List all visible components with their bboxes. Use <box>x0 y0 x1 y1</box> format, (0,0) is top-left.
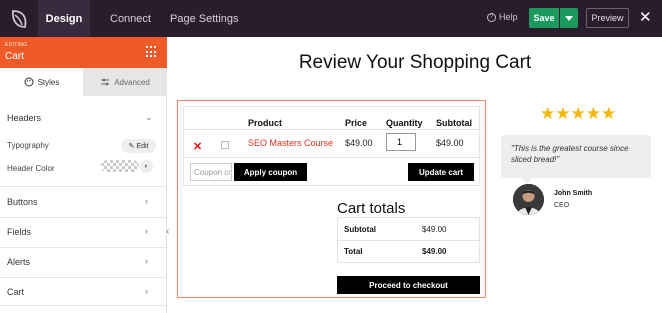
palette-icon <box>24 77 34 87</box>
total-label: Total <box>344 247 363 256</box>
page-title: Review Your Shopping Cart <box>298 52 532 73</box>
subtotal-label: Subtotal <box>344 225 376 234</box>
product-thumbnail <box>221 141 229 149</box>
tab-design[interactable]: Design <box>38 0 90 37</box>
typography-edit-button[interactable]: ✎ Edit <box>121 139 156 153</box>
editing-block-name: Cart <box>5 51 24 62</box>
seedprod-logo-icon[interactable] <box>7 7 31 31</box>
col-subtotal: Subtotal <box>436 118 472 128</box>
subtotal-value: $49.00 <box>422 225 447 234</box>
item-price: $49.00 <box>345 138 373 148</box>
divider <box>0 186 167 187</box>
update-cart-button[interactable]: Update cart <box>408 163 474 181</box>
tab-advanced[interactable]: Advanced <box>83 68 167 96</box>
star-rating: ★★★★★ <box>540 104 617 123</box>
col-price: Price <box>345 118 368 128</box>
divider <box>0 217 167 218</box>
section-cart[interactable]: Cart <box>7 287 24 297</box>
header-color-label: Header Color <box>7 164 55 173</box>
pencil-icon: ✎ <box>128 143 135 150</box>
product-link[interactable]: SEO Masters Course <box>248 138 333 148</box>
preview-button[interactable]: Preview <box>586 8 629 28</box>
tab-connect[interactable]: Connect <box>110 0 151 37</box>
quantity-input[interactable]: 1 <box>386 133 416 151</box>
save-options-chevron-down-icon[interactable] <box>560 8 578 28</box>
coupon-input[interactable]: Coupon code <box>190 163 232 181</box>
col-quantity: Quantity <box>386 118 423 128</box>
save-button[interactable]: Save <box>529 8 559 28</box>
author-role: CEO <box>554 202 570 209</box>
close-icon[interactable]: ✕ <box>639 9 652 27</box>
col-product: Product <box>248 118 283 128</box>
typography-label: Typography <box>7 141 49 150</box>
tab-page-settings[interactable]: Page Settings <box>170 0 239 37</box>
chevron-right-icon[interactable]: › <box>145 256 148 266</box>
header-color-swatch[interactable] <box>101 160 139 172</box>
cart-totals-title: Cart totals <box>337 200 406 217</box>
sidebar-tabs: Styles Advanced <box>0 68 167 96</box>
remove-item-icon[interactable]: ✕ <box>193 140 202 153</box>
cart-totals-table: Subtotal $49.00 Total $49.00 <box>337 217 481 263</box>
section-headers[interactable]: Headers <box>7 113 41 123</box>
tab-styles-label: Styles <box>37 77 60 87</box>
divider <box>0 305 167 306</box>
divider <box>184 129 481 130</box>
section-fields[interactable]: Fields <box>7 227 31 237</box>
testimonial-quote: "This is the greatest course since slice… <box>501 135 651 178</box>
chevron-right-icon[interactable]: › <box>145 286 148 296</box>
collapse-sidebar-chevron-left-icon[interactable]: ‹ <box>166 226 169 237</box>
divider <box>338 240 481 241</box>
chevron-down-icon[interactable]: ⌄ <box>145 112 153 123</box>
author-name: John Smith <box>554 190 593 197</box>
apply-coupon-button[interactable]: Apply coupon <box>234 163 307 181</box>
divider <box>0 277 167 278</box>
grid-icon[interactable] <box>146 46 158 58</box>
proceed-to-checkout-button[interactable]: Proceed to checkout <box>337 276 480 294</box>
help-label: Help <box>499 12 518 22</box>
help-link[interactable]: ? Help <box>487 12 518 22</box>
tab-advanced-label: Advanced <box>114 77 150 87</box>
avatar <box>513 184 544 215</box>
section-alerts[interactable]: Alerts <box>7 257 30 267</box>
sidebar: EDITING Cart Styles Advanced Headers ⌄ T… <box>0 37 167 313</box>
divider <box>184 157 481 158</box>
divider <box>0 247 167 248</box>
chevron-right-icon[interactable]: › <box>145 226 148 236</box>
total-value: $49.00 <box>422 247 447 256</box>
cart-table: Product Price Quantity Subtotal ✕ SEO Ma… <box>183 106 481 186</box>
color-picker-icon[interactable]: ◐ <box>140 160 153 173</box>
sliders-icon <box>101 78 110 86</box>
section-buttons[interactable]: Buttons <box>7 197 38 207</box>
tab-styles[interactable]: Styles <box>0 68 83 96</box>
edit-label: Edit <box>136 142 149 150</box>
top-bar: Design Connect Page Settings ? Help Save… <box>0 0 662 37</box>
item-subtotal: $49.00 <box>436 138 464 148</box>
question-icon: ? <box>487 12 496 22</box>
chevron-right-icon[interactable]: › <box>145 196 148 206</box>
editing-header: EDITING Cart <box>0 37 167 68</box>
editing-label: EDITING <box>5 42 28 48</box>
